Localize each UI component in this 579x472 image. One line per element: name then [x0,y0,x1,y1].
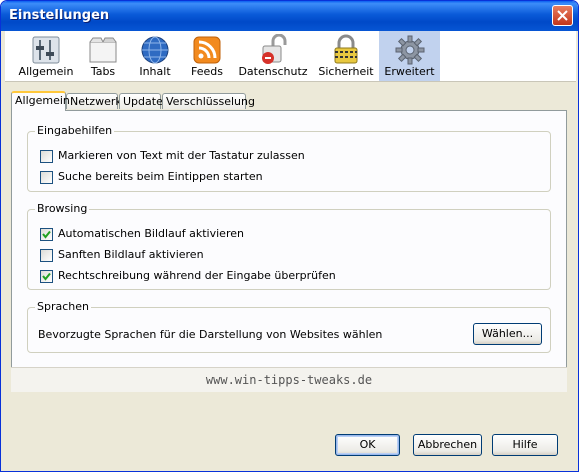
title-bar[interactable]: Einstellungen [1,1,578,31]
checkbox[interactable] [40,249,53,262]
toolbar-item-label: Erweitert [384,65,435,78]
checkbox-label: Markieren von Text mit der Tastatur zula… [58,149,305,162]
rss-feed-icon [193,36,221,64]
padlock-icon [334,34,358,64]
privacy-icon [262,34,287,64]
gear-icon [395,35,424,65]
close-icon [557,10,568,21]
general-settings-icon [32,36,60,64]
checkbox[interactable] [40,171,53,184]
toolbar-item-inhalt[interactable]: Inhalt [129,31,181,81]
group-title: Eingabehilfen [35,124,115,137]
tab-update[interactable]: Update [119,93,163,109]
window-title: Einstellungen [9,8,110,23]
toolbar-item-label: Allgemein [18,65,74,78]
sprachen-description: Bevorzugte Sprachen für die Darstellung … [38,328,383,341]
checkmark-icon [42,230,51,239]
tab-allgemein[interactable]: Allgemein [11,91,70,111]
ok-button[interactable]: OK [335,434,400,456]
group-sprachen: Sprachen Bevorzugte Sprachen für die Dar… [27,300,551,353]
checkbox-checked[interactable] [40,228,53,241]
checkbox-label: Automatischen Bildlauf aktivieren [58,227,244,240]
group-title: Browsing [35,202,90,215]
group-title: Sprachen [35,300,91,313]
toolbar-item-label: Inhalt [139,65,171,78]
settings-window: Einstellungen Allgemein Tabs Inhalt Feed… [0,0,579,472]
cancel-button[interactable]: Abbrechen [413,434,482,456]
toolbar-item-label: Datenschutz [238,65,308,78]
watermark-text: www.win-tipps-tweaks.de [11,367,567,392]
group-browsing: Browsing Automatischen Bildlauf aktivier… [27,202,551,290]
toolbar-item-label: Sicherheit [318,65,374,78]
tab-panel-allgemein: Eingabehilfen Markieren von Text mit der… [11,110,567,392]
close-button[interactable] [552,5,573,26]
tab-verschluesselung[interactable]: Verschlüsselung [162,93,255,109]
toolbar-item-feeds[interactable]: Feeds [181,31,233,81]
toolbar-item-allgemein[interactable]: Allgemein [15,31,77,81]
group-eingabehilfen: Eingabehilfen Markieren von Text mit der… [27,124,551,192]
checkbox[interactable] [40,150,53,163]
toolbar-item-label: Tabs [90,65,116,78]
checkbox-label: Suche bereits beim Eintippen starten [58,170,263,183]
globe-icon [141,36,169,64]
checkmark-icon [42,272,51,281]
toolbar-item-erweitert[interactable]: Erweitert [379,31,440,81]
settings-toolbar: Allgemein Tabs Inhalt Feeds Datenschutz … [5,31,576,82]
toolbar-item-tabs[interactable]: Tabs [77,31,129,81]
help-button[interactable]: Hilfe [492,434,558,456]
checkbox-checked[interactable] [40,270,53,283]
checkbox-label: Sanften Bildlauf aktivieren [58,248,204,261]
choose-languages-button[interactable]: Wählen... [473,323,542,345]
toolbar-item-sicherheit[interactable]: Sicherheit [313,31,379,81]
tab-netzwerk[interactable]: Netzwerk [66,93,122,109]
tabs-icon [89,37,117,63]
toolbar-item-label: Feeds [191,65,223,78]
toolbar-item-datenschutz[interactable]: Datenschutz [233,31,313,81]
checkbox-label: Rechtschreibung während der Eingabe über… [58,269,336,282]
